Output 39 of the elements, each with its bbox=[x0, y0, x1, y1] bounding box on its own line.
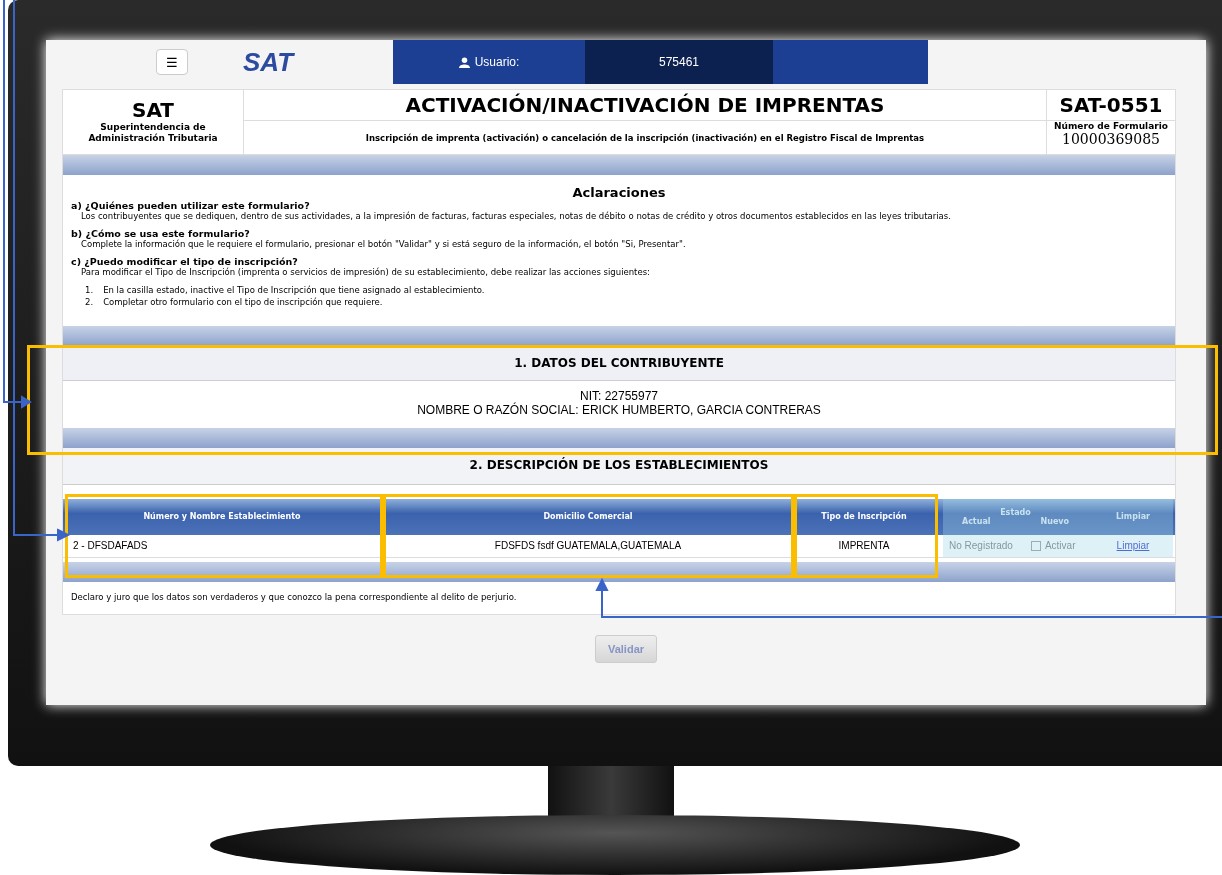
step-text: Completar otro formulario con el tipo de inscripción que requiere. bbox=[103, 296, 383, 309]
column-header: Tipo de Inscripción bbox=[820, 510, 908, 524]
table-cell: No Registrado bbox=[949, 540, 1013, 552]
menu-button[interactable]: ☰ bbox=[156, 49, 188, 75]
table-cell-text: 2 - DFSDAFADS bbox=[72, 539, 149, 554]
clear-link[interactable]: Limpiar bbox=[1116, 540, 1150, 552]
step-text: En la casilla estado, inactive el Tipo de Inscripción que tiene asignado al establecimiento. bbox=[103, 285, 485, 297]
section-title: Aclaraciones bbox=[571, 185, 667, 200]
column-header: Estado bbox=[1000, 507, 1031, 517]
question-text: b) ¿Cómo se usa este formulario? bbox=[71, 228, 251, 239]
user-icon bbox=[458, 56, 470, 68]
sat-logo: SAT bbox=[243, 46, 296, 78]
table-cell-text: IMPRENTA bbox=[837, 539, 891, 554]
column-header: Limpiar bbox=[1115, 511, 1151, 524]
taxpayer-name: NOMBRE O RAZÓN SOCIAL: ERICK HUMBERTO, GARCIA CONTRERAS bbox=[416, 402, 822, 417]
question-text: a) ¿Quiénes pueden utilizar este formulario? bbox=[71, 200, 311, 211]
org-abbreviation: SAT bbox=[131, 98, 175, 122]
column-header: Número y Nombre Establecimiento bbox=[142, 511, 302, 524]
activate-checkbox[interactable]: Activar bbox=[1030, 540, 1076, 552]
column-header: Actual bbox=[961, 516, 991, 526]
form-number-label: Número de Formulario bbox=[1053, 121, 1169, 131]
step-number: 2. bbox=[85, 296, 94, 309]
nit-text: NIT: 22755977 bbox=[578, 388, 660, 403]
answer-text: Complete la información que le requiere el formulario, presionar el botón "Validar" y si está seguro de la información, el botón "Si, Presentar". bbox=[80, 239, 687, 249]
answer-text: Para modificar el Tipo de Inscripción (imprenta o servicios de impresión) de su establecimiento, debe realizar las acciones siguientes: bbox=[80, 267, 651, 277]
form-code: SAT-0551 bbox=[1047, 90, 1175, 121]
user-label: Usuario: bbox=[474, 55, 520, 69]
answer-text: Los contribuyentes que se dediquen, dentro de sus actividades, a la impresión de facturas, facturas especiales, notas de débito o notas de crédito y otros documentos establecidos en las leyes tributarias. bbox=[80, 211, 952, 221]
declaration-text: Declaro y juro que los datos son verdaderos y que conozco la pena correspondiente al delito de perjurio. bbox=[71, 591, 517, 602]
form-subtitle: Inscripción de imprenta (activación) o cancelación de la inscripción (inactivación) en el Registro Fiscal de Imprentas bbox=[364, 131, 926, 145]
form-number: 10000369085 bbox=[1061, 131, 1161, 147]
step-number: 1. bbox=[85, 285, 94, 297]
column-header: Domicilio Comercial bbox=[542, 511, 634, 524]
question-text: c) ¿Puedo modificar el tipo de inscripción? bbox=[71, 256, 299, 267]
org-name: Superintendencia de Administración Tributaria bbox=[88, 122, 218, 144]
form-title: ACTIVACIÓN/INACTIVACIÓN DE IMPRENTAS bbox=[244, 90, 1046, 121]
table-cell-text: FDSFDS fsdf GUATEMALA,GUATEMALA bbox=[493, 539, 683, 554]
column-header: Nuevo bbox=[1040, 516, 1070, 526]
user-id: 575461 bbox=[658, 55, 699, 69]
